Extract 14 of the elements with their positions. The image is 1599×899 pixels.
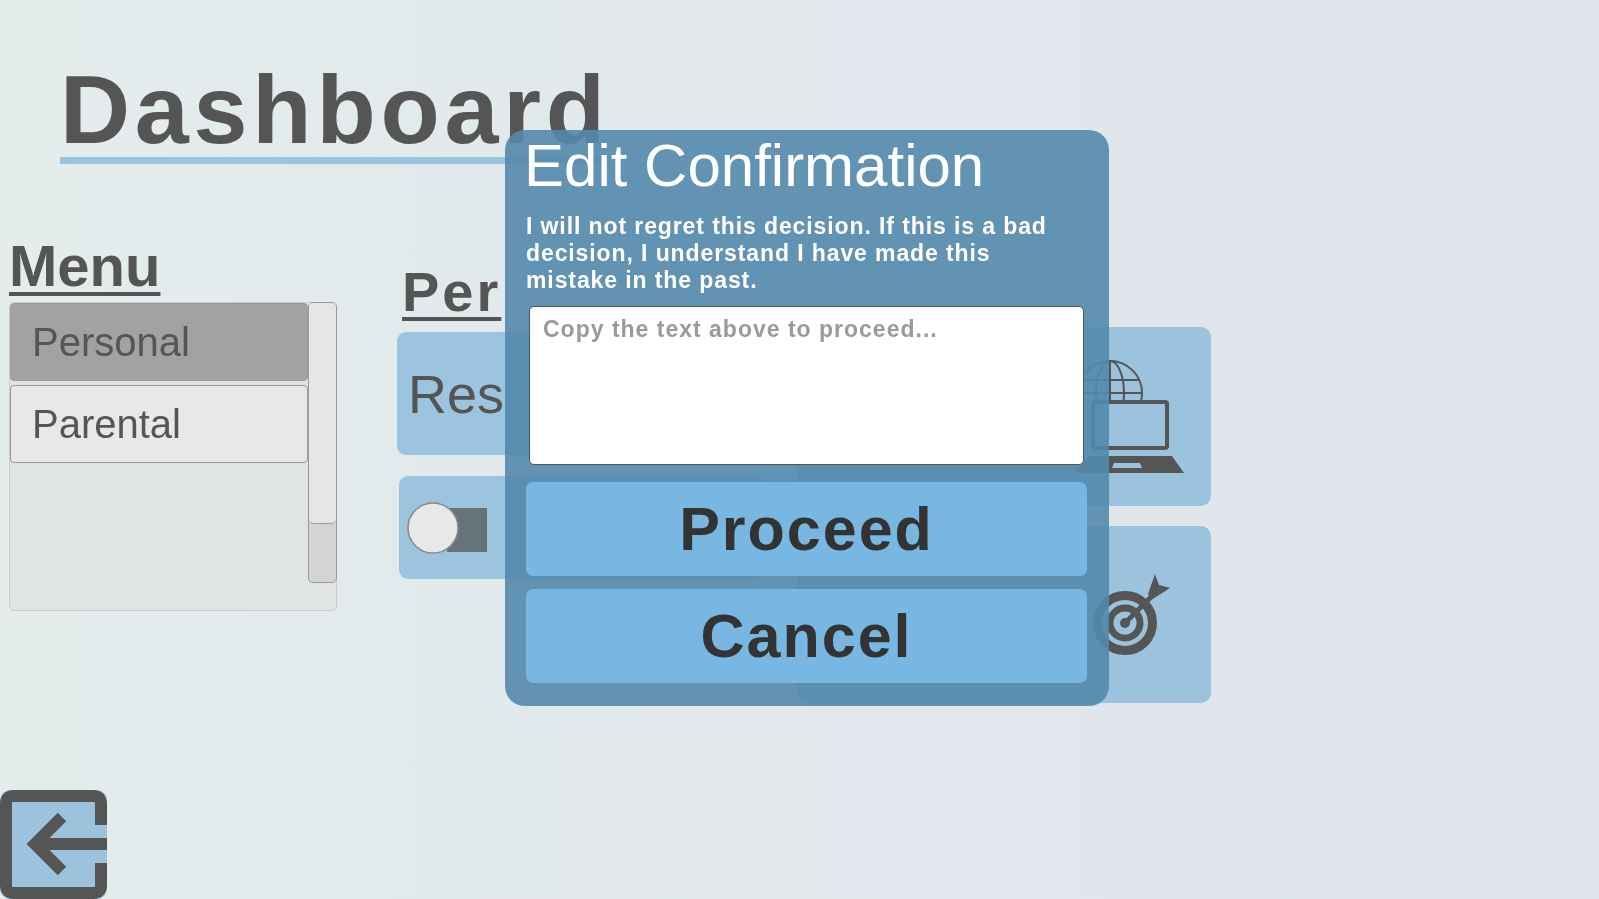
tile-label: Res xyxy=(408,366,505,421)
menu-item[interactable]: Parental xyxy=(10,385,309,463)
dialog-message: I will not regret this decision. If this is a bad decision, I understand I have made this mistake in the past. xyxy=(526,213,1048,294)
dialog-button[interactable]: Cancel xyxy=(526,589,1087,683)
scroll-thumb[interactable] xyxy=(309,303,336,524)
confirmation-input[interactable]: Copy the text above to proceed... xyxy=(529,306,1084,465)
scrollbar[interactable] xyxy=(308,302,337,583)
dialog-button[interactable]: Proceed xyxy=(526,482,1087,576)
back-button[interactable] xyxy=(0,790,107,899)
menu-item[interactable]: Personal xyxy=(10,303,309,381)
toggle-switch[interactable] xyxy=(407,501,487,554)
section-heading: Per xyxy=(402,264,502,320)
menu-heading: Menu xyxy=(9,237,161,295)
exit-arrow-icon xyxy=(0,790,107,899)
